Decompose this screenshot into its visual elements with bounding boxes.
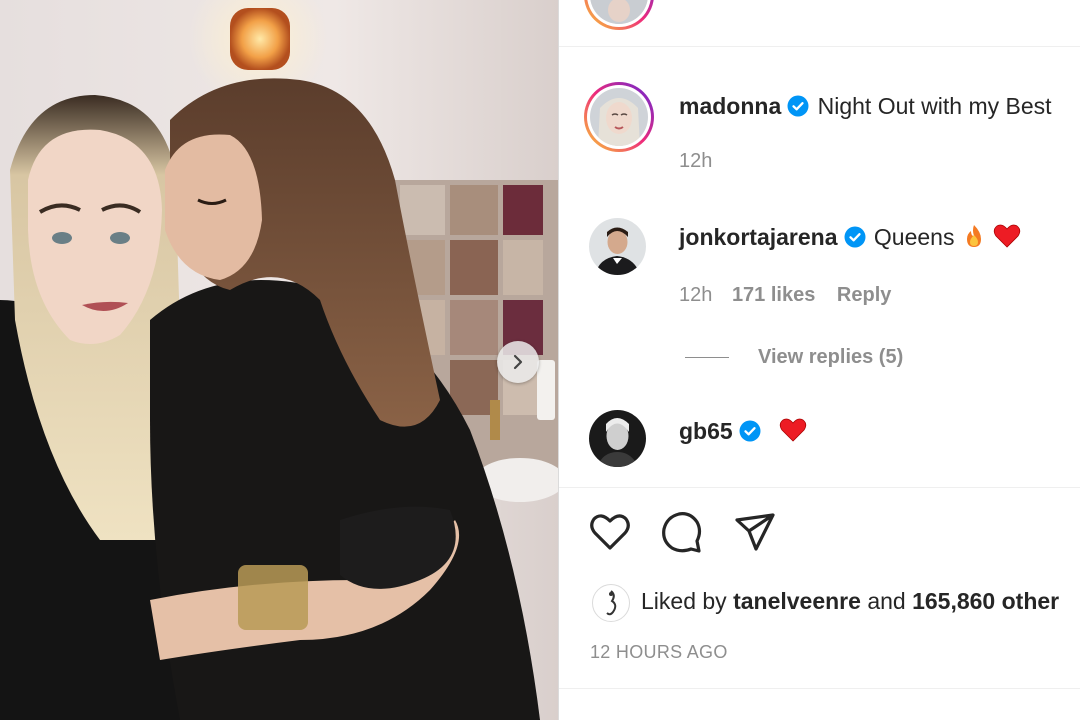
next-photo-button[interactable]	[497, 341, 539, 383]
comment-button[interactable]	[661, 511, 703, 558]
liked-by-count[interactable]: 165,860 other	[912, 588, 1059, 614]
header-avatar[interactable]	[584, 0, 654, 30]
heart-icon	[590, 514, 630, 550]
caption-time: 12h	[679, 150, 713, 172]
red-heart-emoji-icon	[994, 224, 1021, 248]
comments-panel: madonna Night Out with my Best 12h jonko…	[559, 0, 1080, 720]
comment-username[interactable]: jonkortajarena	[679, 224, 838, 250]
author-username[interactable]: madonna	[679, 93, 781, 119]
author-avatar[interactable]	[584, 82, 654, 152]
verified-badge-icon	[787, 95, 809, 117]
caption: madonna Night Out with my Best	[679, 93, 1052, 120]
commenter-avatar[interactable]	[589, 218, 646, 275]
liked-by-prefix: Liked by	[641, 588, 727, 614]
comment-likes[interactable]: 171 likes	[732, 284, 815, 306]
liked-by: Liked by tanelveenre and 165,860 other	[641, 588, 1059, 615]
share-icon	[735, 513, 775, 551]
reply-button[interactable]: Reply	[837, 284, 891, 306]
comment-username[interactable]: gb65	[679, 418, 733, 444]
verified-badge-icon	[844, 226, 865, 248]
actions-divider	[559, 487, 1080, 488]
share-button[interactable]	[734, 511, 776, 558]
verified-badge-icon	[739, 420, 761, 442]
post-photo	[0, 0, 558, 720]
like-button[interactable]	[589, 512, 631, 557]
caption-text: Night Out with my Best	[817, 93, 1052, 119]
comment-1: jonkortajarena Queens	[679, 223, 1021, 251]
comment-time: 12h	[679, 284, 713, 306]
comment-text: Queens	[873, 224, 955, 250]
footer-divider	[559, 688, 1080, 689]
header-divider	[559, 46, 1080, 47]
view-replies-button[interactable]: View replies (5)	[758, 346, 903, 369]
comment-2: gb65	[679, 417, 807, 445]
post-timestamp: 12 HOURS AGO	[590, 642, 728, 662]
liked-by-user[interactable]: tanelveenre	[733, 588, 861, 614]
comment-meta: 12h 171 likes Reply	[679, 284, 891, 307]
replies-line	[685, 357, 729, 358]
liker-avatar[interactable]	[592, 584, 630, 622]
liked-by-and: and	[867, 588, 906, 614]
comment-icon	[662, 512, 702, 553]
commenter-avatar[interactable]	[589, 410, 646, 467]
chevron-right-icon	[513, 354, 523, 370]
red-heart-emoji-icon	[779, 418, 807, 442]
fire-emoji-icon	[966, 225, 981, 247]
